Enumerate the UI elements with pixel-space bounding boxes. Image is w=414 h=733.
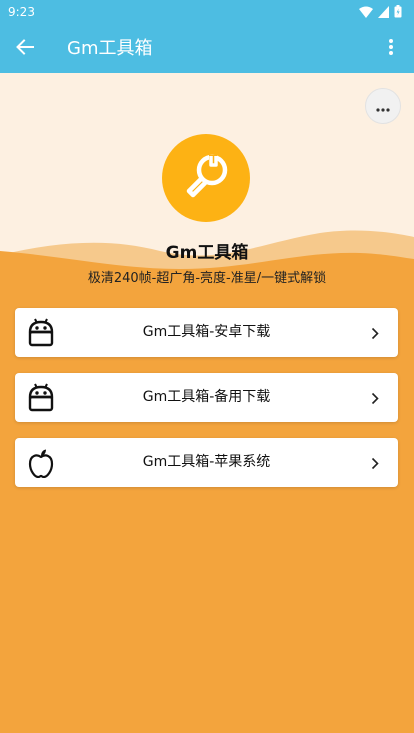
card-label: Gm工具箱-备用下载 [142, 389, 271, 405]
android-download-card[interactable]: Gm工具箱-安卓下载 [15, 308, 398, 357]
back-button[interactable] [12, 36, 38, 62]
apple-system-card[interactable]: Gm工具箱-苹果系统 [15, 438, 398, 487]
hero-subtitle: 极清240帧-超广角-亮度-准星/一键式解锁 [87, 271, 327, 286]
back-arrow-icon [16, 38, 34, 60]
app-title: Gm工具箱 [67, 38, 153, 59]
hero-title: Gm工具箱 [165, 243, 249, 263]
signal-icon [378, 3, 389, 22]
app-logo [162, 134, 250, 222]
overflow-menu-button[interactable] [378, 36, 404, 62]
wrench-icon [179, 149, 233, 207]
more-vert-icon [388, 38, 394, 60]
card-label: Gm工具箱-苹果系统 [142, 454, 271, 470]
battery-icon [394, 3, 402, 22]
more-horiz-icon [376, 97, 390, 116]
more-options-button[interactable] [365, 88, 401, 124]
backup-download-card[interactable]: Gm工具箱-备用下载 [15, 373, 398, 422]
app-screen: 9:23 Gm工具箱 Gm工具箱 极清240帧-超广角-亮度-准星/一键式解锁 … [0, 0, 414, 733]
status-icons [359, 3, 402, 22]
status-time: 9:23 [8, 5, 35, 19]
card-label: Gm工具箱-安卓下载 [142, 324, 271, 340]
chevron-right-icon [370, 325, 380, 341]
status-bar: 9:23 [0, 0, 414, 24]
chevron-right-icon [370, 390, 380, 406]
chevron-right-icon [370, 455, 380, 471]
wifi-icon [359, 3, 373, 22]
app-bar: Gm工具箱 [0, 24, 414, 73]
